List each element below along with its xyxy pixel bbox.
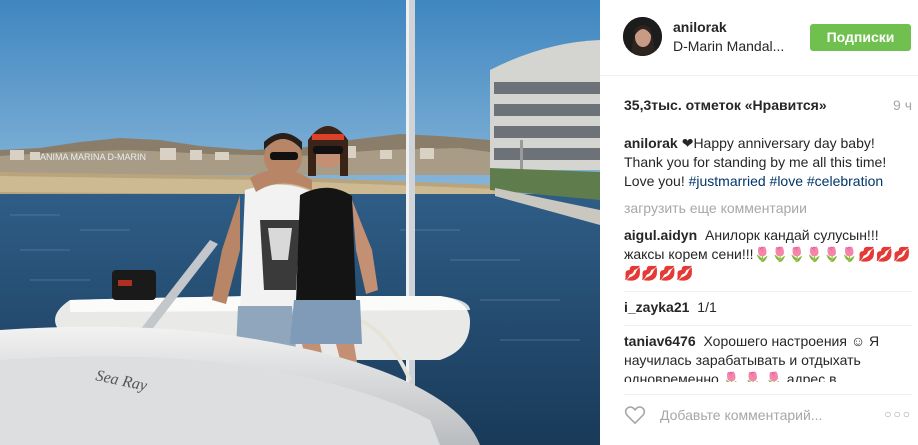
avatar-image (623, 17, 662, 56)
location-link[interactable]: D-Marin Mandal... (673, 38, 784, 54)
hashtag-link[interactable]: #love (770, 173, 803, 189)
follow-button[interactable]: Подписки (810, 24, 911, 51)
like-heart-icon[interactable] (624, 405, 646, 425)
post-side-panel: anilorak D-Marin Mandal... Подписки 35,3… (600, 0, 918, 445)
hashtag-link[interactable]: #celebration (807, 173, 883, 189)
post-photo[interactable]: ANIMA MARINA D-MARIN Sea Ray (0, 0, 600, 445)
likes-count[interactable]: 35,3тыс. отметок «Нравится» (624, 97, 827, 113)
add-comment-input[interactable] (660, 403, 870, 427)
load-more-comments[interactable]: загрузить еще комментарии (624, 199, 912, 218)
comment-username[interactable]: taniav6476 (624, 333, 696, 349)
comments-list: anilorak ❤Happy anniversary day baby! Tha… (624, 134, 912, 382)
comment-item: taniav6476 Хорошего настроения ☺ Я научи… (624, 332, 912, 382)
divider (624, 291, 912, 292)
comment-composer: ○○○ (624, 394, 912, 432)
caption-username[interactable]: anilorak (624, 135, 678, 151)
comment-username[interactable]: aigul.aidyn (624, 227, 697, 243)
photo-scene: ANIMA MARINA D-MARIN Sea Ray (0, 0, 600, 445)
comment-text: 1/1 (697, 299, 717, 315)
caption-heart: ❤ (681, 135, 694, 151)
header-username[interactable]: anilorak (673, 19, 727, 35)
avatar[interactable] (623, 17, 662, 56)
post-meta: 35,3тыс. отметок «Нравится» 9 ч (624, 97, 912, 117)
comment-item: i_zayka21 1/1 (624, 298, 912, 317)
hashtag-link[interactable]: #justmarried (689, 173, 766, 189)
divider (624, 325, 912, 326)
far-sign: ANIMA MARINA D-MARIN (40, 152, 146, 162)
more-options-icon[interactable]: ○○○ (884, 407, 912, 421)
post-time[interactable]: 9 ч (893, 97, 912, 113)
comment-item: aigul.aidyn Анилорк кандай сулусын!!! жа… (624, 226, 912, 283)
comment-username[interactable]: i_zayka21 (624, 299, 689, 315)
post-header: anilorak D-Marin Mandal... Подписки (600, 0, 918, 76)
caption: anilorak ❤Happy anniversary day baby! Tha… (624, 134, 912, 191)
